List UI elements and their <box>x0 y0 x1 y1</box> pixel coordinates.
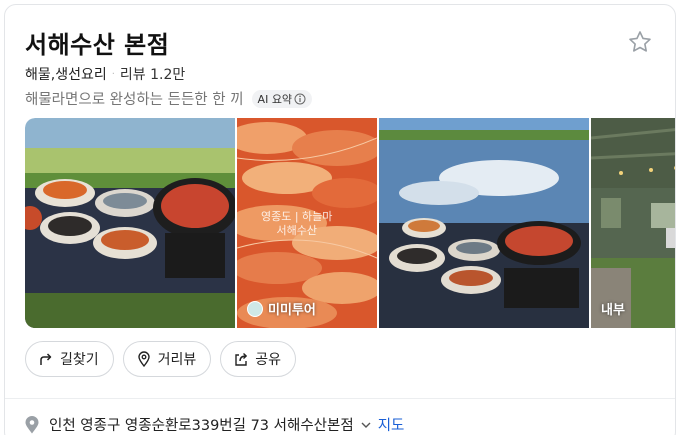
section-divider <box>5 398 675 399</box>
photo-strip: 영종도 | 하늘마 서해수산 미미투어 내부 <box>25 118 675 328</box>
address-text[interactable]: 인천 영종구 영종순환로339번길 73 서해수산본점 <box>49 414 354 435</box>
watermark-line2: 서해수산 <box>276 224 317 237</box>
photo-interior[interactable]: 내부 <box>591 118 675 328</box>
star-icon <box>629 31 651 52</box>
author-avatar <box>247 300 263 317</box>
ai-summary-badge[interactable]: AI 요약 <box>251 89 313 108</box>
photo-watermark: 영종도 | 하늘마 서해수산 <box>261 210 332 238</box>
share-button[interactable]: 공유 <box>220 341 297 377</box>
meta-separator: · <box>111 69 115 80</box>
share-icon <box>235 352 248 366</box>
place-description: 해물라면으로 완성하는 든든한 한 끼 AI 요약 <box>25 88 313 109</box>
watermark-line1: 영종도 | 하늘마 <box>261 210 333 223</box>
street-view-label: 거리뷰 <box>157 352 197 368</box>
review-count[interactable]: 리뷰 1.2만 <box>120 67 185 83</box>
photo-category-label: 내부 <box>601 299 625 318</box>
chevron-down-icon[interactable] <box>360 419 372 431</box>
favorite-star-button[interactable] <box>627 29 653 55</box>
info-icon <box>294 93 306 104</box>
photo-shrimp[interactable]: 영종도 | 하늘마 서해수산 미미투어 <box>237 118 377 328</box>
author-name: 미미투어 <box>268 303 316 318</box>
photo-lakeside-table[interactable] <box>379 118 589 328</box>
directions-label: 길찾기 <box>60 352 99 368</box>
category-text: 해물,생선요리 <box>25 67 107 83</box>
description-text: 해물라면으로 완성하는 든든한 한 끼 <box>25 92 244 108</box>
photo-outdoor-seafood[interactable] <box>25 118 235 328</box>
map-link[interactable]: 지도 <box>378 414 405 435</box>
street-view-button[interactable]: 거리뷰 <box>122 341 212 377</box>
action-buttons: 길찾기 거리뷰 공유 <box>25 341 297 377</box>
interior-label: 내부 <box>601 303 625 318</box>
place-title[interactable]: 서해수산 본점 <box>25 25 169 60</box>
ai-badge-label: AI 요약 <box>257 92 293 106</box>
place-meta: 해물,생선요리 · 리뷰 1.2만 <box>25 64 185 84</box>
address-row: 인천 영종구 영종순환로339번길 73 서해수산본점 지도 <box>25 414 404 435</box>
location-pin-icon <box>25 415 39 433</box>
place-card: 서해수산 본점 해물,생선요리 · 리뷰 1.2만 해물라면으로 완성하는 든든한 … <box>4 4 676 435</box>
directions-button[interactable]: 길찾기 <box>25 341 114 377</box>
directions-icon <box>40 353 52 365</box>
share-label: 공유 <box>255 352 282 368</box>
street-view-pin-icon <box>137 351 150 367</box>
photo-author-label[interactable]: 미미투어 <box>247 299 316 318</box>
